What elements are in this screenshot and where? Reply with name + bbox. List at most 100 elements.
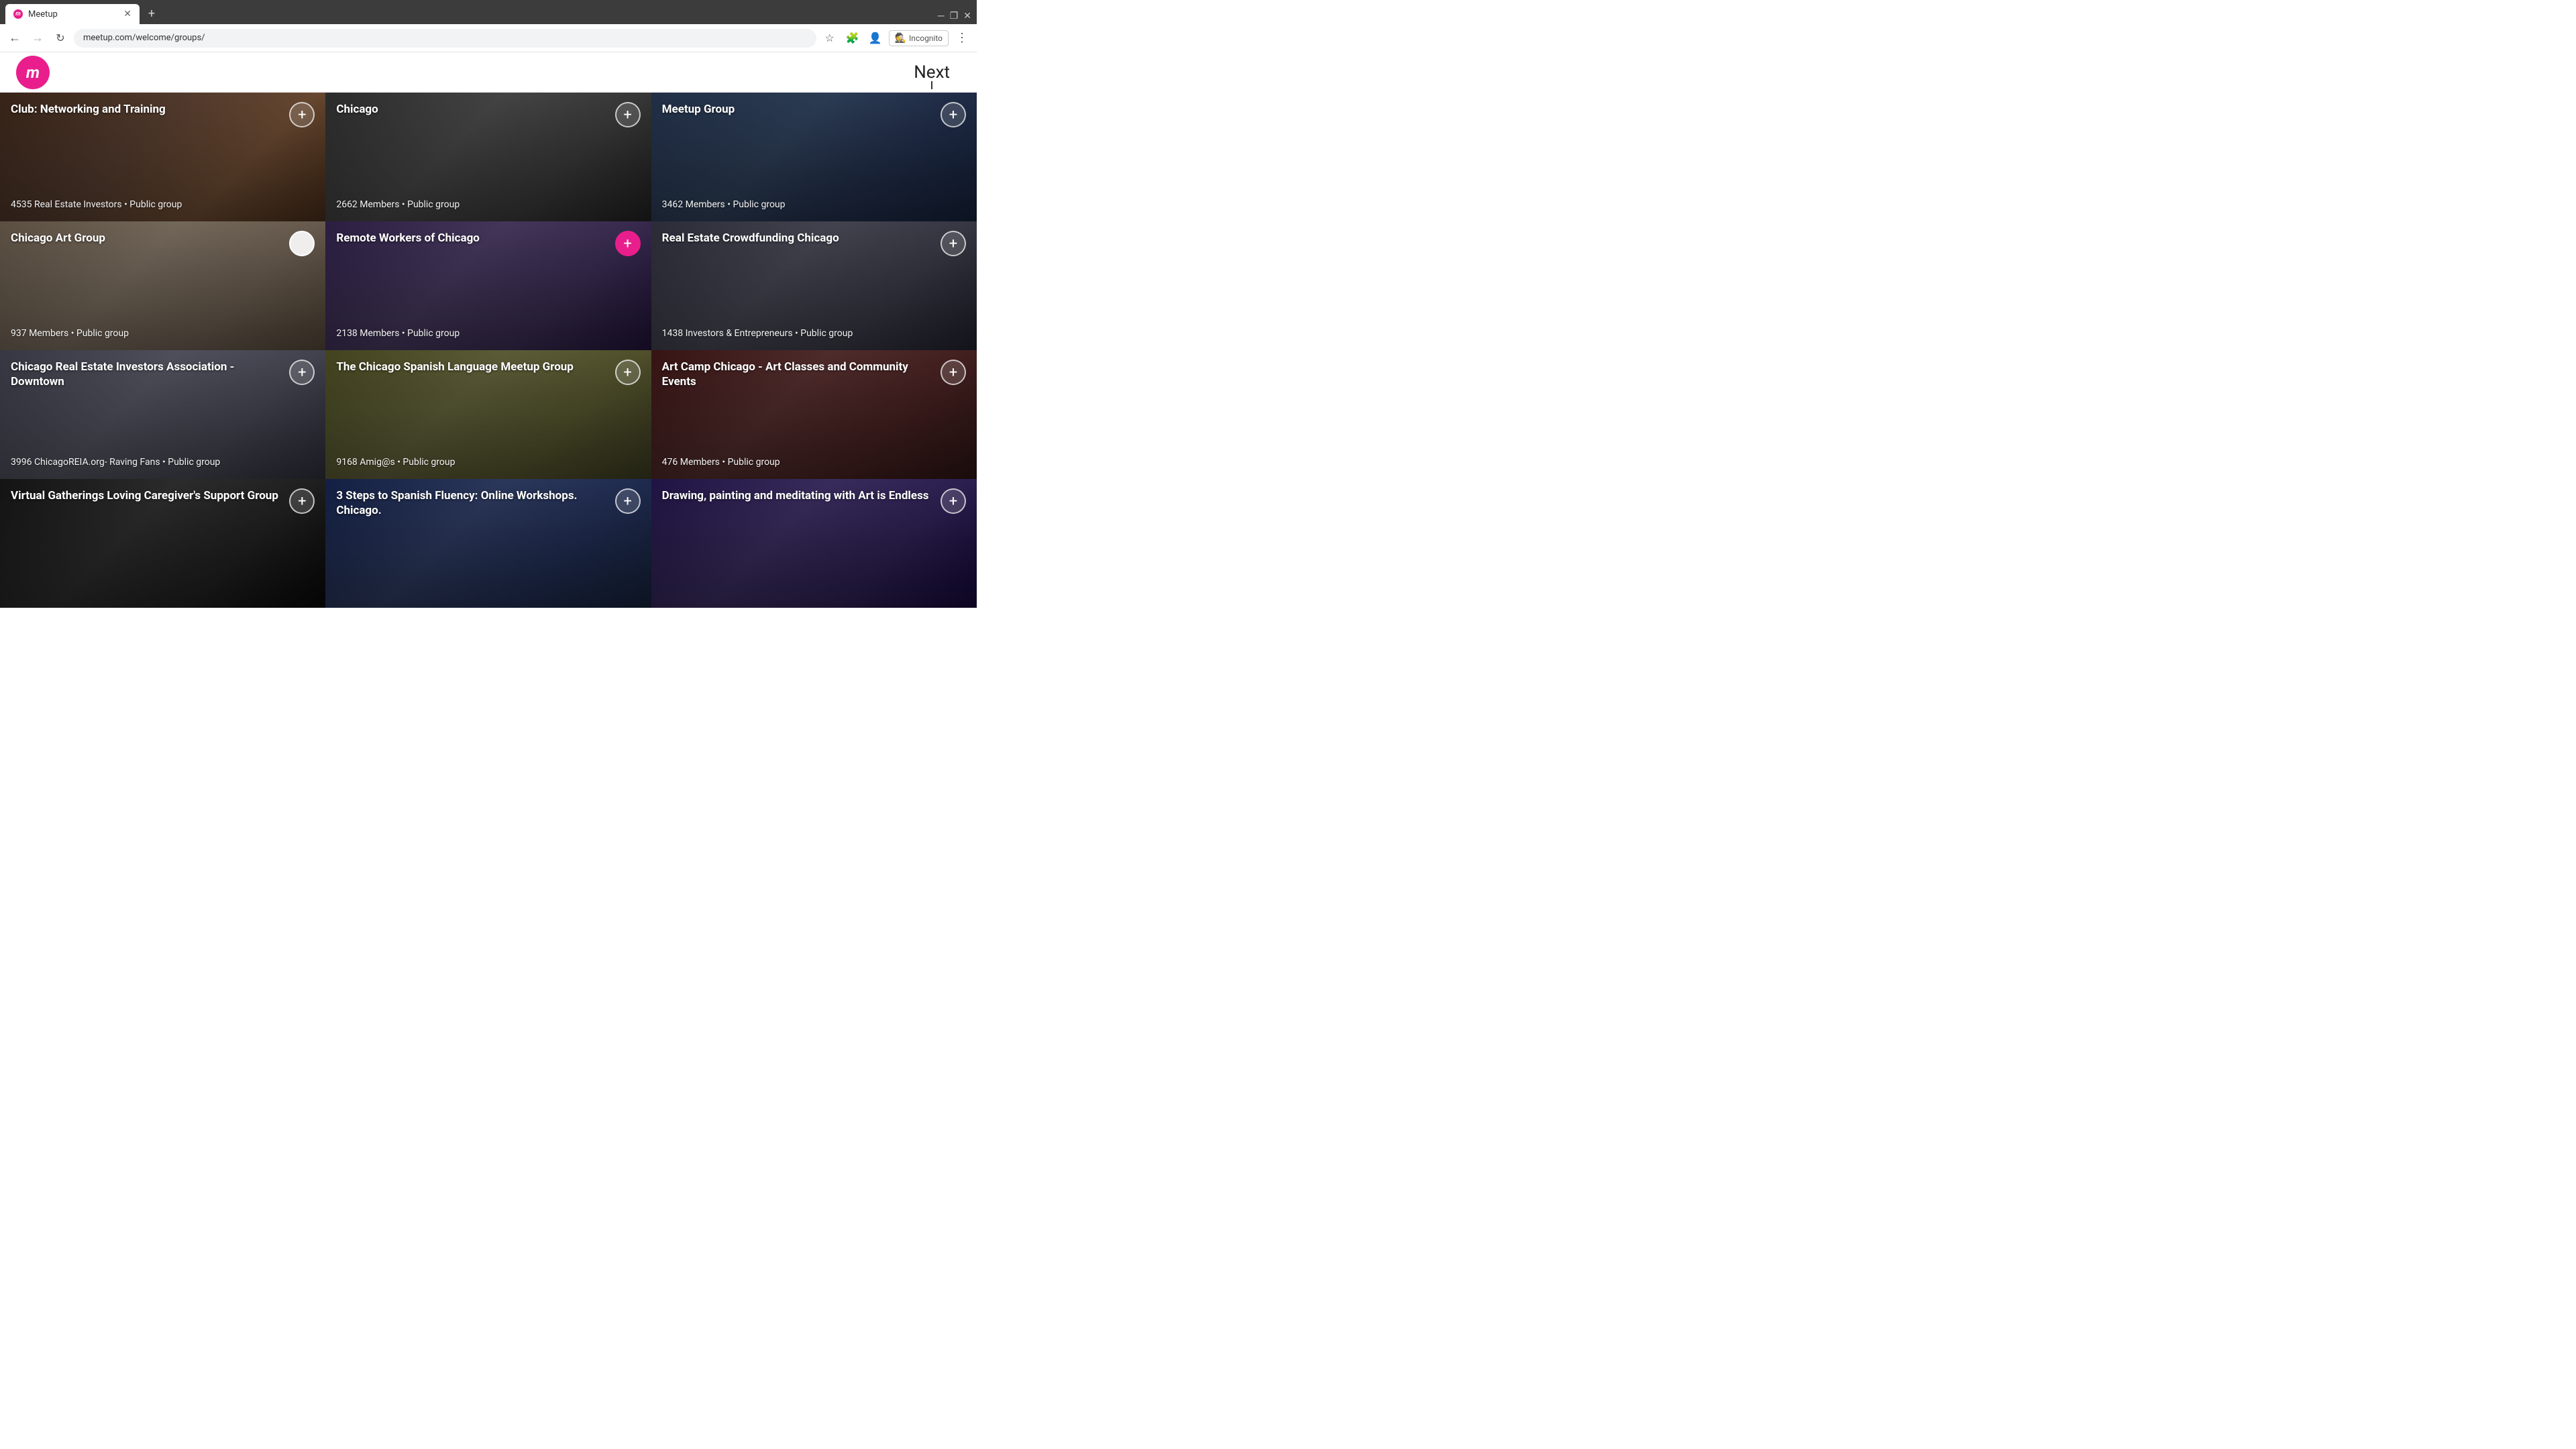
group-join-badge[interactable]: + xyxy=(615,231,641,256)
group-card-content: Club: Networking and Training +4535 Real … xyxy=(0,93,325,221)
group-card-content: Chicago Real Estate Investors Associatio… xyxy=(0,350,325,479)
groups-grid: Club: Networking and Training +4535 Real … xyxy=(0,93,977,608)
group-card[interactable]: Club: Networking and Training +4535 Real … xyxy=(0,93,325,221)
group-card-members: 1438 Investors & Entrepreneurs • Public … xyxy=(662,327,966,341)
group-card[interactable]: Chicago +2662 Members • Public group xyxy=(325,93,651,221)
menu-icon[interactable]: ⋮ xyxy=(953,29,971,48)
window-controls: ─ ❐ ✕ xyxy=(938,10,971,21)
group-card[interactable]: Real Estate Crowdfunding Chicago +1438 In… xyxy=(651,221,977,350)
group-join-badge[interactable]: + xyxy=(289,102,315,127)
group-join-badge[interactable] xyxy=(289,231,315,256)
group-card[interactable]: Chicago Art Group 937 Members • Public gr… xyxy=(0,221,325,350)
group-card-title: Chicago Art Group xyxy=(11,231,284,246)
group-card-top: Club: Networking and Training + xyxy=(11,102,315,127)
group-card-top: Chicago + xyxy=(336,102,640,127)
group-card-top: Art Camp Chicago - Art Classes and Commu… xyxy=(662,360,966,389)
group-card[interactable]: Virtual Gatherings Loving Caregiver's Su… xyxy=(0,479,325,608)
tab-title: Meetup xyxy=(28,9,118,19)
group-card-top: 3 Steps to Spanish Fluency: Online Works… xyxy=(336,488,640,518)
bookmark-icon[interactable]: ☆ xyxy=(820,29,839,48)
group-card[interactable]: Meetup Group +3462 Members • Public group xyxy=(651,93,977,221)
incognito-badge: 🕵 Incognito xyxy=(889,30,949,46)
group-card-title: 3 Steps to Spanish Fluency: Online Works… xyxy=(336,488,609,518)
group-join-badge[interactable]: + xyxy=(941,488,966,514)
group-card-content: Chicago Art Group 937 Members • Public gr… xyxy=(0,221,325,350)
group-join-badge[interactable]: + xyxy=(289,360,315,385)
group-card-content: Virtual Gatherings Loving Caregiver's Su… xyxy=(0,479,325,608)
group-card[interactable]: 3 Steps to Spanish Fluency: Online Works… xyxy=(325,479,651,608)
group-card-members: 4535 Real Estate Investors • Public grou… xyxy=(11,199,315,212)
profile-icon[interactable]: 👤 xyxy=(866,29,885,48)
group-card-members: 9168 Amig@s • Public group xyxy=(336,456,640,470)
group-card-members: 2138 Members • Public group xyxy=(336,327,640,341)
group-card-members: 937 Members • Public group xyxy=(11,327,315,341)
group-card-bottom: 3462 Members • Public group xyxy=(662,199,966,212)
group-card-bottom: 3996 ChicagoREIA.org- Raving Fans • Publ… xyxy=(11,456,315,470)
group-card-title: Remote Workers of Chicago xyxy=(336,231,609,246)
group-card-bottom: 2138 Members • Public group xyxy=(336,327,640,341)
group-join-badge[interactable]: + xyxy=(615,102,641,127)
group-join-badge[interactable]: + xyxy=(941,102,966,127)
refresh-button[interactable]: ↻ xyxy=(51,29,70,48)
back-button[interactable]: ← xyxy=(5,29,24,48)
group-card[interactable]: Art Camp Chicago - Art Classes and Commu… xyxy=(651,350,977,479)
group-join-badge[interactable]: + xyxy=(615,488,641,514)
group-join-badge[interactable]: + xyxy=(289,488,315,514)
tab-close-icon[interactable]: ✕ xyxy=(123,9,131,19)
group-card-members: 2662 Members • Public group xyxy=(336,199,640,212)
close-icon[interactable]: ✕ xyxy=(963,11,971,21)
group-card-top: Real Estate Crowdfunding Chicago + xyxy=(662,231,966,256)
group-card-top: The Chicago Spanish Language Meetup Grou… xyxy=(336,360,640,385)
group-card[interactable]: The Chicago Spanish Language Meetup Grou… xyxy=(325,350,651,479)
incognito-icon: 🕵 xyxy=(895,33,906,44)
group-card-title: Chicago Real Estate Investors Associatio… xyxy=(11,360,284,389)
group-card-title: Virtual Gatherings Loving Caregiver's Su… xyxy=(11,488,284,503)
extensions-icon[interactable]: 🧩 xyxy=(843,29,862,48)
group-card-members: 3462 Members • Public group xyxy=(662,199,966,212)
group-card-top: Chicago Real Estate Investors Associatio… xyxy=(11,360,315,389)
group-card-bottom: 1438 Investors & Entrepreneurs • Public … xyxy=(662,327,966,341)
minimize-icon[interactable]: ─ xyxy=(938,10,945,21)
group-card-title: Real Estate Crowdfunding Chicago xyxy=(662,231,935,246)
address-bar[interactable]: meetup.com/welcome/groups/ xyxy=(74,29,816,48)
tab-favicon: m xyxy=(13,9,23,19)
group-card-content: 3 Steps to Spanish Fluency: Online Works… xyxy=(325,479,651,608)
group-card-bottom: 476 Members • Public group xyxy=(662,456,966,470)
group-card-bottom: 2662 Members • Public group xyxy=(336,199,640,212)
group-card-bottom: 937 Members • Public group xyxy=(11,327,315,341)
navigation-bar: ← → ↻ meetup.com/welcome/groups/ ☆ 🧩 👤 🕵… xyxy=(0,24,977,52)
group-join-badge[interactable]: + xyxy=(615,360,641,385)
browser-tab-bar: m Meetup ✕ + ─ ❐ ✕ xyxy=(0,0,977,24)
group-card-bottom: 9168 Amig@s • Public group xyxy=(336,456,640,470)
meetup-logo[interactable]: m xyxy=(16,56,50,89)
forward-button[interactable]: → xyxy=(28,29,47,48)
group-card-top: Meetup Group + xyxy=(662,102,966,127)
group-join-badge[interactable]: + xyxy=(941,231,966,256)
group-card-top: Drawing, painting and meditating with Ar… xyxy=(662,488,966,514)
new-tab-button[interactable]: + xyxy=(142,4,161,23)
group-card-title: Chicago xyxy=(336,102,609,117)
group-card-bottom: 4535 Real Estate Investors • Public grou… xyxy=(11,199,315,212)
meetup-header: m Next xyxy=(0,52,977,93)
group-card-title: The Chicago Spanish Language Meetup Grou… xyxy=(336,360,609,374)
group-card-content: The Chicago Spanish Language Meetup Grou… xyxy=(325,350,651,479)
group-card[interactable]: Chicago Real Estate Investors Associatio… xyxy=(0,350,325,479)
group-card-title: Art Camp Chicago - Art Classes and Commu… xyxy=(662,360,935,389)
group-card-title: Club: Networking and Training xyxy=(11,102,284,117)
group-join-badge[interactable]: + xyxy=(941,360,966,385)
group-card[interactable]: Drawing, painting and meditating with Ar… xyxy=(651,479,977,608)
next-button[interactable]: Next xyxy=(903,57,961,88)
group-card-members: 3996 ChicagoREIA.org- Raving Fans • Publ… xyxy=(11,456,315,470)
group-card-top: Virtual Gatherings Loving Caregiver's Su… xyxy=(11,488,315,514)
group-card-members: 476 Members • Public group xyxy=(662,456,966,470)
group-card-title: Meetup Group xyxy=(662,102,935,117)
group-card-content: Drawing, painting and meditating with Ar… xyxy=(651,479,977,608)
group-card-content: Remote Workers of Chicago +2138 Members •… xyxy=(325,221,651,350)
group-card-top: Chicago Art Group xyxy=(11,231,315,256)
group-card[interactable]: Remote Workers of Chicago +2138 Members •… xyxy=(325,221,651,350)
restore-icon[interactable]: ❐ xyxy=(950,11,959,21)
active-tab[interactable]: m Meetup ✕ xyxy=(5,4,140,24)
cursor-indicator xyxy=(931,81,932,89)
group-card-content: Chicago +2662 Members • Public group xyxy=(325,93,651,221)
group-card-title: Drawing, painting and meditating with Ar… xyxy=(662,488,935,503)
